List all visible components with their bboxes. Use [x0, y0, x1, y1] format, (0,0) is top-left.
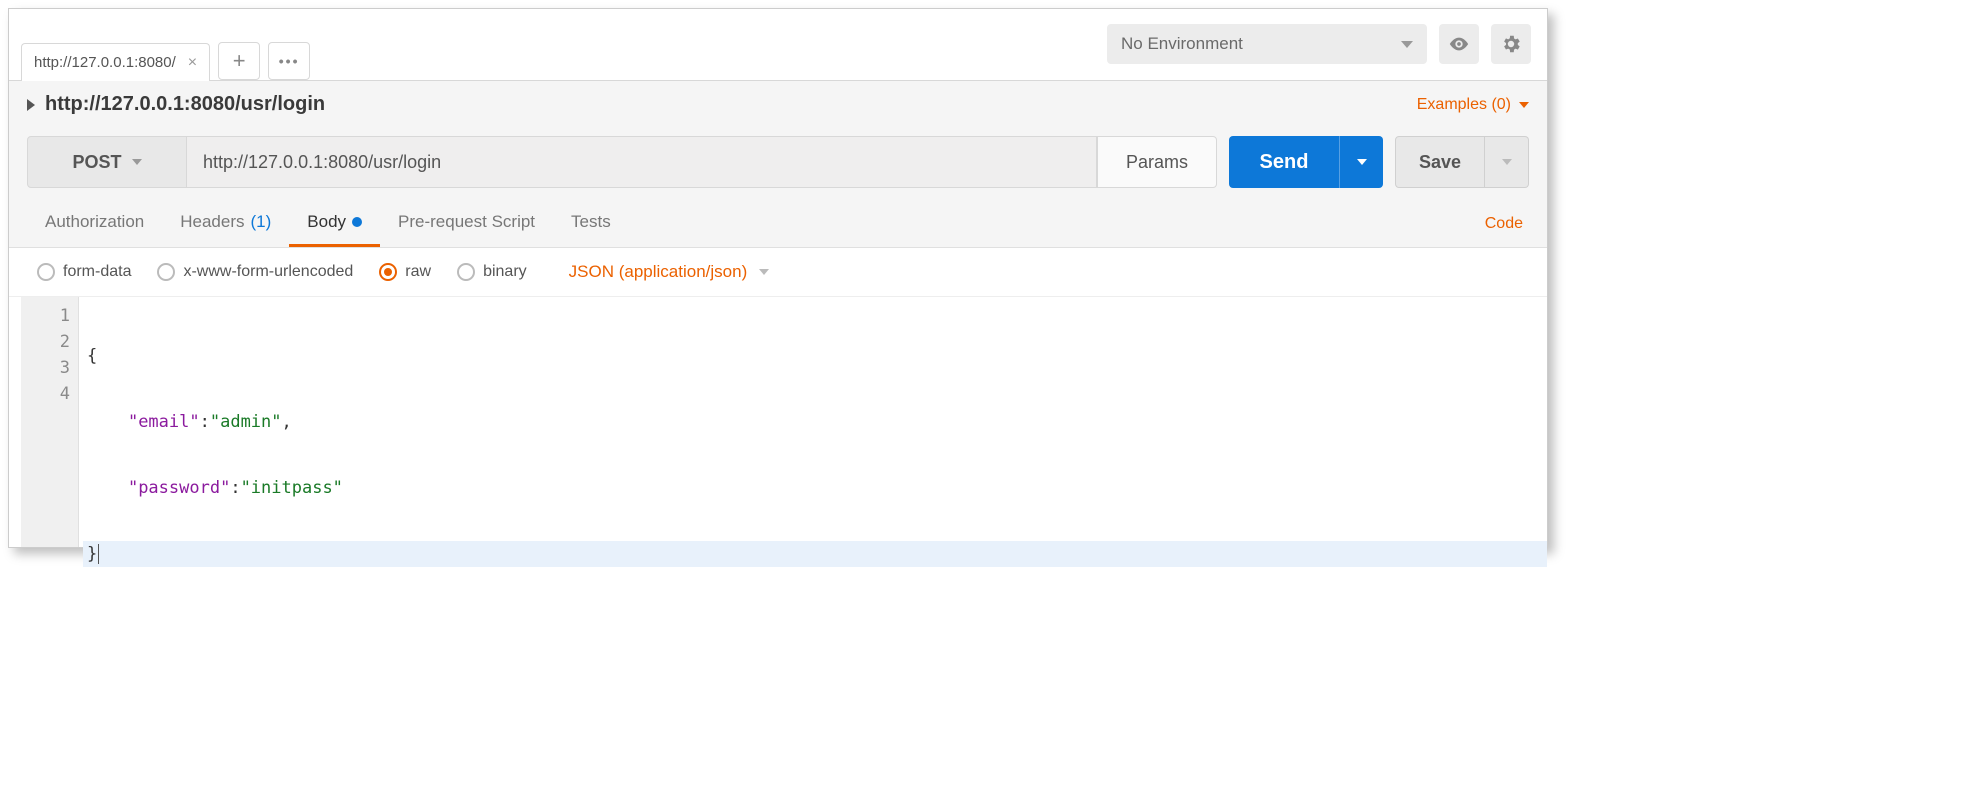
tab-body[interactable]: Body [289, 200, 380, 247]
chevron-down-icon [132, 159, 142, 165]
send-button[interactable]: Send [1229, 136, 1339, 188]
eye-icon [1448, 33, 1470, 55]
radio-binary[interactable]: binary [457, 263, 527, 281]
params-button[interactable]: Params [1097, 136, 1217, 188]
send-button-group: Send [1229, 136, 1383, 188]
save-button[interactable]: Save [1395, 136, 1485, 188]
save-button-group: Save [1395, 136, 1529, 188]
request-header-row: http://127.0.0.1:8080/usr/login Examples… [9, 81, 1547, 124]
radio-form-data[interactable]: form-data [37, 263, 131, 281]
chevron-down-icon [759, 269, 769, 275]
line-number: 3 [21, 355, 70, 381]
chevron-down-icon [1519, 102, 1529, 108]
request-tab-1[interactable]: http://127.0.0.1:8080/ × [21, 43, 210, 81]
tab-label: Headers [180, 212, 244, 232]
environment-label: No Environment [1121, 34, 1243, 54]
url-row: POST http://127.0.0.1:8080/usr/login Par… [9, 124, 1547, 200]
new-tab-button[interactable]: + [218, 42, 260, 80]
code-line-3: "password":"initpass" [83, 475, 1547, 501]
close-tab-icon[interactable]: × [188, 54, 197, 72]
line-number: 2 [21, 329, 70, 355]
tab-tests[interactable]: Tests [553, 200, 629, 247]
examples-label: Examples (0) [1417, 96, 1511, 114]
line-number: 4 [21, 381, 70, 407]
tab-label: Pre-request Script [398, 212, 535, 232]
http-method-select[interactable]: POST [27, 136, 187, 188]
radio-label: x-www-form-urlencoded [183, 263, 353, 281]
chevron-down-icon [1401, 41, 1413, 48]
app-window: http://127.0.0.1:8080/ × + ••• No Enviro… [8, 8, 1548, 548]
radio-icon [379, 263, 397, 281]
headers-count: (1) [251, 212, 272, 232]
code-area[interactable]: { "email":"admin", "password":"initpass"… [79, 297, 1547, 547]
code-line-2: "email":"admin", [83, 409, 1547, 435]
content-type-label: JSON (application/json) [569, 262, 748, 282]
send-label: Send [1260, 151, 1309, 174]
code-line-1: { [83, 343, 1547, 369]
content-type-select[interactable]: JSON (application/json) [569, 262, 770, 282]
tab-label: Tests [571, 212, 611, 232]
body-editor[interactable]: 1 2 3 4 { "email":"admin", "password":"i… [9, 297, 1547, 547]
tab-label: Body [307, 212, 346, 232]
save-dropdown[interactable] [1485, 136, 1529, 188]
request-tab-label: http://127.0.0.1:8080/ [34, 54, 176, 71]
line-number: 1 [21, 303, 70, 329]
request-title: http://127.0.0.1:8080/usr/login [45, 93, 325, 116]
gear-icon [1500, 33, 1522, 55]
tab-headers[interactable]: Headers (1) [162, 200, 289, 247]
settings-button[interactable] [1491, 24, 1531, 64]
radio-label: binary [483, 263, 527, 281]
dirty-indicator-icon [352, 217, 362, 227]
chevron-down-icon [1502, 159, 1512, 165]
url-value: http://127.0.0.1:8080/usr/login [203, 152, 441, 173]
top-right-controls: No Environment [1107, 24, 1531, 80]
section-tabs: Authorization Headers (1) Body Pre-reque… [9, 200, 1547, 248]
url-input[interactable]: http://127.0.0.1:8080/usr/login [187, 136, 1097, 188]
environment-quicklook-button[interactable] [1439, 24, 1479, 64]
radio-icon [37, 263, 55, 281]
code-link[interactable]: Code [1485, 215, 1529, 233]
collapse-toggle-icon[interactable] [27, 99, 35, 111]
radio-urlencoded[interactable]: x-www-form-urlencoded [157, 263, 353, 281]
tab-label: Authorization [45, 212, 144, 232]
examples-dropdown[interactable]: Examples (0) [1417, 96, 1529, 114]
tab-prerequest[interactable]: Pre-request Script [380, 200, 553, 247]
tab-authorization[interactable]: Authorization [27, 200, 162, 247]
tab-options-button[interactable]: ••• [268, 42, 310, 80]
body-type-row: form-data x-www-form-urlencoded raw bina… [9, 248, 1547, 297]
radio-label: raw [405, 263, 431, 281]
chevron-down-icon [1357, 159, 1367, 165]
text-cursor [98, 544, 99, 564]
line-gutter: 1 2 3 4 [21, 297, 79, 547]
code-label: Code [1485, 215, 1523, 232]
radio-raw[interactable]: raw [379, 263, 431, 281]
send-dropdown[interactable] [1339, 136, 1383, 188]
code-line-4: } [83, 541, 1547, 567]
params-label: Params [1126, 152, 1188, 173]
save-label: Save [1419, 152, 1461, 173]
dots-icon: ••• [279, 53, 300, 69]
radio-label: form-data [63, 263, 131, 281]
method-label: POST [72, 152, 121, 173]
radio-icon [457, 263, 475, 281]
plus-icon: + [233, 50, 246, 72]
environment-select[interactable]: No Environment [1107, 24, 1427, 64]
radio-icon [157, 263, 175, 281]
request-tabs: http://127.0.0.1:8080/ × + ••• [21, 42, 310, 80]
top-bar: http://127.0.0.1:8080/ × + ••• No Enviro… [9, 9, 1547, 81]
